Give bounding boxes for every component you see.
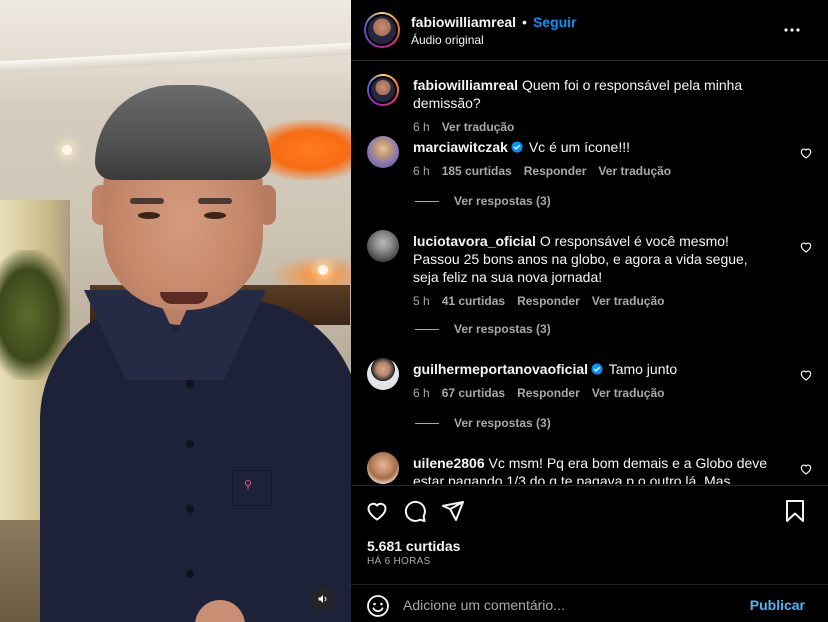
video-shirt-logo: ⚲ (243, 479, 253, 491)
save-button[interactable] (782, 498, 808, 524)
commenter-avatar[interactable] (367, 358, 399, 390)
mute-button[interactable] (311, 587, 335, 611)
heart-icon[interactable] (799, 462, 813, 476)
reply-button[interactable]: Responder (517, 292, 580, 310)
video-person-eye (138, 212, 160, 219)
comment-time[interactable]: 6 h (413, 162, 430, 180)
reel-video[interactable]: ⚲ (0, 0, 351, 622)
heart-icon (367, 502, 387, 521)
video-ceiling-lamp (318, 265, 328, 275)
author-avatar[interactable] (364, 12, 400, 48)
view-replies-label: Ver respostas (3) (454, 322, 551, 336)
video-shirt-button (186, 440, 194, 448)
comment-item: marciawitczak Vc é um ícone!!! 6 h 185 c… (367, 136, 813, 186)
caption-username[interactable]: fabiowilliamreal (413, 77, 518, 93)
video-ceiling-lamp (62, 145, 72, 155)
comment-item: uilene2806 Vc msm! Pq era bom demais e a… (367, 452, 813, 484)
post-header: fabiowilliamreal • Seguir Áudio original (351, 0, 828, 61)
commenter-avatar[interactable] (367, 230, 399, 262)
video-person-mouth (160, 292, 208, 304)
volume-icon (318, 595, 327, 603)
publish-button[interactable]: Publicar (750, 597, 805, 613)
heart-icon[interactable] (799, 240, 813, 254)
comment-username[interactable]: marciawitczak (413, 139, 508, 155)
more-options-button[interactable] (782, 20, 802, 40)
replies-divider (415, 328, 439, 330)
comment-likes[interactable]: 67 curtidas (442, 384, 505, 402)
video-person-brow (130, 198, 164, 204)
share-button[interactable] (440, 498, 466, 524)
translate-link[interactable]: Ver tradução (592, 292, 665, 310)
comment-time[interactable]: 5 h (413, 292, 430, 310)
video-person-brow (198, 198, 232, 204)
likes-count[interactable]: 5.681 curtidas (367, 538, 460, 554)
comment-button[interactable] (402, 498, 428, 524)
more-horizontal-icon (784, 28, 800, 32)
translate-link[interactable]: Ver tradução (592, 384, 665, 402)
comment-text: Tamo junto (608, 361, 678, 377)
video-person-eye (204, 212, 226, 219)
commenter-avatar[interactable] (367, 452, 399, 484)
view-replies-label: Ver respostas (3) (454, 416, 551, 430)
like-button[interactable] (364, 498, 390, 524)
video-shirt-button (186, 505, 194, 513)
reply-button[interactable]: Responder (524, 162, 587, 180)
audio-label[interactable]: Áudio original (411, 33, 577, 47)
post-timestamp[interactable]: HÁ 6 HORAS (367, 556, 431, 567)
comment-item: guilhermeportanovaoficial Tamo junto 6 h… (367, 358, 813, 408)
heart-icon[interactable] (799, 146, 813, 160)
view-replies-button[interactable]: Ver respostas (3) (415, 322, 551, 336)
translate-link[interactable]: Ver tradução (598, 162, 671, 180)
caption-translate-link[interactable]: Ver tradução (442, 118, 515, 136)
verified-badge-icon (511, 141, 523, 153)
comment-likes[interactable]: 41 curtidas (442, 292, 505, 310)
comment-text: Vc é um ícone!!! (528, 139, 631, 155)
send-icon (442, 501, 464, 521)
view-replies-button[interactable]: Ver respostas (3) (415, 194, 551, 208)
post-action-bar (351, 485, 828, 535)
replies-divider (415, 422, 439, 424)
comment-icon (404, 500, 426, 522)
comment-username[interactable]: guilhermeportanovaoficial (413, 361, 588, 377)
reply-button[interactable]: Responder (517, 384, 580, 402)
comment-username[interactable]: uilene2806 (413, 455, 485, 471)
emoji-icon (367, 595, 389, 617)
comments-list[interactable]: fabiowilliamreal Quem foi o responsável … (351, 62, 828, 484)
comment-item: luciotavora_oficial O responsável é você… (367, 230, 813, 310)
author-username[interactable]: fabiowilliamreal (411, 14, 516, 30)
separator-dot: • (522, 13, 527, 30)
verified-badge-icon (591, 363, 603, 375)
emoji-button[interactable] (366, 594, 390, 618)
caption-time[interactable]: 6 h (413, 118, 430, 136)
add-comment-bar: Publicar (351, 584, 828, 622)
caption-row: fabiowilliamreal Quem foi o responsável … (367, 74, 813, 134)
view-replies-button[interactable]: Ver respostas (3) (415, 416, 551, 430)
follow-button[interactable]: Seguir (533, 14, 577, 30)
video-shirt-button (186, 570, 194, 578)
commenter-avatar[interactable] (367, 136, 399, 168)
video-shirt-button (186, 380, 194, 388)
bookmark-icon (786, 500, 804, 522)
comment-username[interactable]: luciotavora_oficial (413, 233, 536, 249)
heart-icon[interactable] (799, 368, 813, 382)
comment-likes[interactable]: 185 curtidas (442, 162, 512, 180)
comment-input[interactable] (403, 593, 733, 617)
replies-divider (415, 200, 439, 202)
comment-time[interactable]: 6 h (413, 384, 430, 402)
caption-avatar[interactable] (367, 74, 399, 106)
post-panel: fabiowilliamreal • Seguir Áudio original… (351, 0, 828, 622)
view-replies-label: Ver respostas (3) (454, 194, 551, 208)
